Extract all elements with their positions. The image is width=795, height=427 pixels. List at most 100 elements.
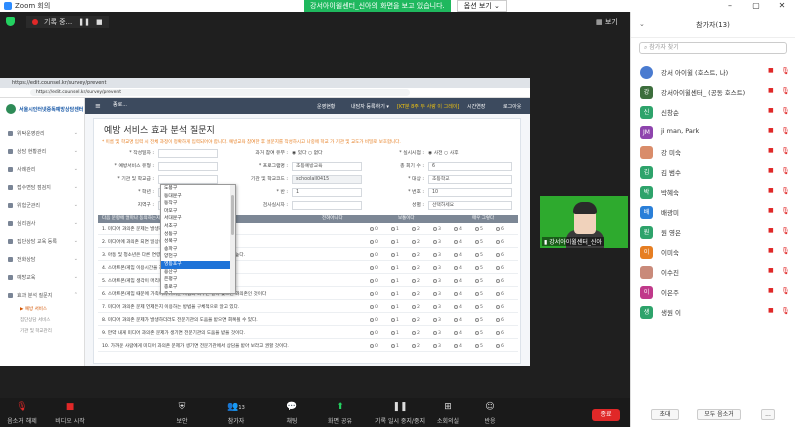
center-combo[interactable]: 종로...	[113, 101, 127, 108]
answer-radio[interactable]: 2	[412, 277, 420, 287]
end-meeting-button[interactable]: 종료	[592, 409, 620, 421]
answer-radio[interactable]: 4	[454, 290, 462, 300]
answer-radio[interactable]: 0	[370, 342, 378, 352]
stop-recording-button[interactable]: ■	[96, 18, 103, 26]
dropdown-option[interactable]: 마포구	[161, 208, 235, 216]
dropdown-option[interactable]: 성북구	[161, 238, 235, 246]
dropdown-option[interactable]: 동작구	[161, 200, 235, 208]
answer-radio[interactable]: 6	[496, 316, 504, 326]
answer-radio[interactable]: 3	[433, 303, 441, 313]
view-button[interactable]: ▦ 보기	[596, 17, 618, 27]
subnav-item-prevention[interactable]: ▶ 예방 서비스	[0, 304, 84, 315]
answer-radio[interactable]: 5	[475, 225, 483, 235]
answer-radio[interactable]: 0	[370, 225, 378, 235]
participant-item[interactable]: 박 박혜숙 ■ 🎙	[631, 183, 795, 201]
answer-radio[interactable]: 6	[496, 329, 504, 339]
dropdown-option[interactable]: 중구	[161, 291, 235, 293]
past-participation-radio[interactable]: ◉ 있다 ○ 없다	[292, 149, 323, 159]
subnav-item-org[interactable]: 기관 및 학교관리	[0, 326, 84, 337]
answer-radio[interactable]: 3	[433, 238, 441, 248]
answer-radio[interactable]: 0	[370, 277, 378, 287]
participant-item[interactable]: 배 배광미 ■ 🎙	[631, 203, 795, 221]
class-field[interactable]: 1	[292, 188, 362, 197]
breakout-rooms-button[interactable]: ⊞ 소회의실	[426, 402, 470, 425]
participant-item[interactable]: 원 원 영은 ■ 🎙	[631, 223, 795, 241]
menu-icon[interactable]: ≡	[95, 102, 101, 110]
participant-item[interactable]: 이수진 ■ 🎙	[631, 263, 795, 281]
participant-item[interactable]: JM ji man, Park ■ 🎙	[631, 123, 795, 141]
answer-radio[interactable]: 2	[412, 225, 420, 235]
service-type-select[interactable]	[158, 162, 218, 171]
participant-item[interactable]: 신 신창순 ■ 🎙	[631, 103, 795, 121]
answer-radio[interactable]: 1	[391, 264, 399, 274]
answer-radio[interactable]: 3	[433, 342, 441, 352]
answer-radio[interactable]: 5	[475, 290, 483, 300]
answer-radio[interactable]: 6	[496, 238, 504, 248]
dropdown-option[interactable]: 서초구	[161, 223, 235, 231]
subnav-item-group[interactable]: 집단상담 서비스	[0, 315, 84, 326]
participant-item[interactable]: 이 이은주 ■ 🎙	[631, 283, 795, 301]
gender-select[interactable]: 선택하세요	[428, 201, 512, 210]
answer-radio[interactable]: 3	[433, 329, 441, 339]
answer-radio[interactable]: 1	[391, 225, 399, 235]
header-logout-button[interactable]: 로그아웃	[503, 103, 521, 110]
target-select[interactable]: 초등학교	[428, 175, 512, 184]
more-button[interactable]: ...	[761, 409, 775, 420]
answer-radio[interactable]: 0	[370, 290, 378, 300]
mute-all-button[interactable]: 모두 음소거	[697, 409, 741, 420]
answer-radio[interactable]: 4	[454, 303, 462, 313]
answer-radio[interactable]: 5	[475, 316, 483, 326]
view-options-button[interactable]: 옵션 보기 ⌄	[456, 0, 507, 12]
answer-radio[interactable]: 3	[433, 225, 441, 235]
answer-radio[interactable]: 3	[433, 277, 441, 287]
maximize-button[interactable]: ▢	[743, 0, 769, 12]
answer-radio[interactable]: 5	[475, 251, 483, 261]
answer-radio[interactable]: 4	[454, 251, 462, 261]
answer-radio[interactable]: 4	[454, 238, 462, 248]
dropdown-option[interactable]: 용산구	[161, 269, 235, 277]
answer-radio[interactable]: 2	[412, 264, 420, 274]
participant-item[interactable]: 김 김 범수 ■ 🎙	[631, 163, 795, 181]
answer-radio[interactable]: 2	[412, 329, 420, 339]
answer-radio[interactable]: 2	[412, 290, 420, 300]
answer-radio[interactable]: 5	[475, 329, 483, 339]
nav-item[interactable]: 예방교육 ⌄	[0, 268, 84, 286]
answer-radio[interactable]: 6	[496, 225, 504, 235]
collapse-chevron-icon[interactable]: ⌄	[639, 20, 645, 28]
participant-item[interactable]: 강서 아이윌 (호스트, 나) ■ 🎙	[631, 63, 795, 81]
dropdown-option[interactable]: 양천구	[161, 253, 235, 261]
dropdown-option[interactable]: 은평구	[161, 276, 235, 284]
answer-radio[interactable]: 0	[370, 264, 378, 274]
nav-item[interactable]: 효과 분석 질문지 ⌃	[0, 286, 84, 304]
examiner-field[interactable]	[292, 201, 362, 210]
dropdown-option[interactable]: 종로구	[161, 284, 235, 292]
url-field[interactable]: https://edit.counsel.kr/survey/prevent	[30, 89, 410, 96]
session-count-field[interactable]: 6	[428, 162, 512, 171]
answer-radio[interactable]: 5	[475, 277, 483, 287]
self-video-tile[interactable]: ▮ 강서아이윌센터_신아	[540, 196, 628, 248]
dropdown-option[interactable]: 영등포구	[161, 260, 235, 269]
dropdown-option[interactable]: 성동구	[161, 231, 235, 239]
answer-radio[interactable]: 1	[391, 277, 399, 287]
participants-button[interactable]: 👥13 참가자	[214, 402, 258, 425]
answer-radio[interactable]: 5	[475, 238, 483, 248]
participant-search-input[interactable]: ⌕ 참가자 찾기	[639, 42, 787, 54]
program-name-select[interactable]: 초등예방교육	[292, 162, 362, 171]
answer-radio[interactable]: 6	[496, 290, 504, 300]
answer-radio[interactable]: 2	[412, 303, 420, 313]
date-field[interactable]	[158, 149, 218, 158]
answer-radio[interactable]: 0	[370, 303, 378, 313]
answer-radio[interactable]: 3	[433, 251, 441, 261]
nav-item[interactable]: 심리검사 ⌄	[0, 214, 84, 232]
answer-radio[interactable]: 1	[391, 329, 399, 339]
answer-radio[interactable]: 3	[433, 264, 441, 274]
answer-radio[interactable]: 0	[370, 251, 378, 261]
answer-radio[interactable]: 5	[475, 303, 483, 313]
participant-item[interactable]: 강 미숙 ■ 🎙	[631, 143, 795, 161]
answer-radio[interactable]: 2	[412, 251, 420, 261]
answer-radio[interactable]: 2	[412, 316, 420, 326]
answer-radio[interactable]: 5	[475, 342, 483, 352]
nav-item[interactable]: 사례관리 ⌄	[0, 160, 84, 178]
header-status[interactable]: 운영현황	[317, 103, 335, 110]
nav-item[interactable]: 상담 현황관리 ⌄	[0, 142, 84, 160]
